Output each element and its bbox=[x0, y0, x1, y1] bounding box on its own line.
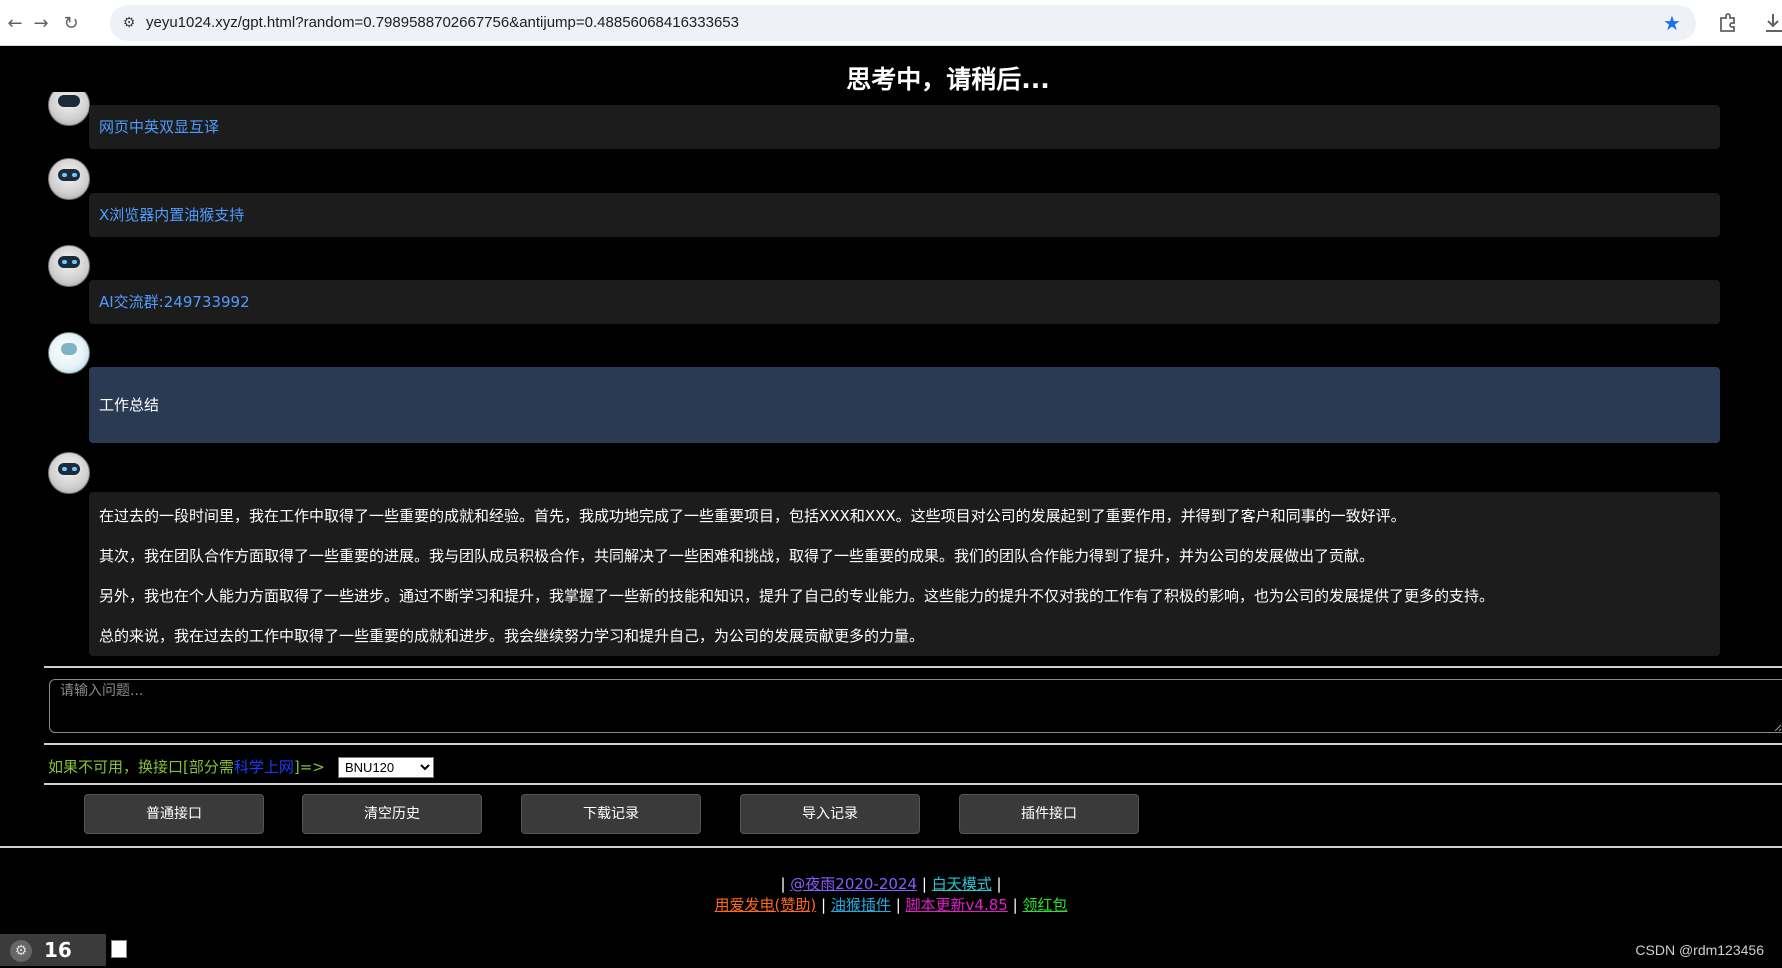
api-hint-prefix: 如果不可用，换接口[部分需 bbox=[48, 758, 234, 776]
stats-widget[interactable]: ⚙ 16 bbox=[0, 934, 106, 966]
stats-icon: ⚙ bbox=[10, 940, 32, 962]
answer-paragraph: 总的来说，我在过去的工作中取得了一些重要的成就和进步。我会继续努力学习和提升自己… bbox=[99, 627, 925, 645]
separator: | bbox=[996, 875, 1002, 893]
api-hint-link[interactable]: 科学上网 bbox=[234, 758, 294, 776]
day-mode-link[interactable]: 白天模式 bbox=[932, 875, 992, 893]
answer-paragraph: 其次，我在团队合作方面取得了一些重要的进展。我与团队成员积极合作，共同解决了一些… bbox=[99, 547, 1375, 565]
chat-history[interactable]: 网页中英双显互译 X浏览器内置油猴支持 AI交流群:249733992 工作总结… bbox=[0, 92, 1782, 712]
donate-link[interactable]: 用爱发电(赞助) bbox=[715, 896, 817, 914]
tampermonkey-link[interactable]: 油猴插件 bbox=[831, 896, 891, 914]
message-link-x-browser[interactable]: X浏览器内置油猴支持 bbox=[89, 193, 1720, 237]
message-link-translate[interactable]: 网页中英双显互译 bbox=[89, 105, 1720, 149]
divider bbox=[44, 743, 1782, 745]
red-packet-link[interactable]: 领红包 bbox=[1022, 896, 1067, 914]
separator: | bbox=[895, 896, 901, 914]
import-history-button[interactable]: 导入记录 bbox=[740, 794, 920, 834]
separator: | bbox=[1012, 896, 1018, 914]
question-input[interactable] bbox=[49, 679, 1782, 733]
plugin-api-button[interactable]: 插件接口 bbox=[959, 794, 1139, 834]
user-question-bubble: 工作总结 bbox=[89, 367, 1720, 443]
api-switch-hint: 如果不可用，换接口[部分需科学上网]=> bbox=[48, 756, 325, 778]
footer-divider bbox=[0, 846, 1782, 848]
answer-bubble: 在过去的一段时间里，我在工作中取得了一些重要的成就和经验。首先，我成功地完成了一… bbox=[89, 492, 1720, 656]
bot-avatar bbox=[48, 158, 90, 200]
script-update-link[interactable]: 脚本更新v4.85 bbox=[906, 896, 1008, 914]
reload-icon[interactable]: ↻ bbox=[58, 10, 84, 36]
api-hint-suffix: ]=> bbox=[293, 758, 325, 776]
bot-avatar bbox=[48, 245, 90, 287]
site-settings-icon[interactable]: ⚙ bbox=[120, 14, 138, 32]
url-text[interactable]: yeyu1024.xyz/gpt.html?random=0.798958870… bbox=[146, 5, 739, 41]
copyright-link[interactable]: @夜雨2020-2024 bbox=[790, 875, 917, 893]
bookmark-star-icon[interactable]: ★ bbox=[1660, 11, 1684, 35]
stats-count: 16 bbox=[44, 938, 72, 962]
watermark: CSDN @rdm123456 bbox=[1635, 942, 1764, 958]
footer: | @夜雨2020-2024 | 白天模式 | 用爱发电(赞助) | 油猴插件 … bbox=[0, 874, 1782, 916]
download-history-button[interactable]: 下载记录 bbox=[521, 794, 701, 834]
bot-avatar bbox=[48, 452, 90, 494]
separator: | bbox=[921, 875, 927, 893]
separator: | bbox=[780, 875, 786, 893]
browser-toolbar: ← → ↻ ⚙ yeyu1024.xyz/gpt.html?random=0.7… bbox=[0, 0, 1782, 46]
answer-paragraph: 另外，我也在个人能力方面取得了一些进步。通过不断学习和提升，我掌握了一些新的技能… bbox=[99, 587, 1495, 605]
download-icon[interactable] bbox=[1764, 10, 1782, 36]
api-select[interactable]: BNU120 bbox=[338, 757, 434, 778]
normal-api-button[interactable]: 普通接口 bbox=[84, 794, 264, 834]
page: 思考中，请稍后... 网页中英双显互译 X浏览器内置油猴支持 AI交流群:249… bbox=[0, 46, 1782, 968]
broken-image-icon bbox=[111, 940, 127, 958]
page-title: 思考中，请稍后... bbox=[846, 65, 1050, 94]
footer-line-2: 用爱发电(赞助) | 油猴插件 | 脚本更新v4.85 | 领红包 bbox=[0, 895, 1782, 916]
extensions-icon[interactable] bbox=[1714, 10, 1740, 36]
separator: | bbox=[821, 896, 827, 914]
clear-history-button[interactable]: 清空历史 bbox=[302, 794, 482, 834]
bot-avatar bbox=[48, 92, 90, 126]
answer-paragraph: 在过去的一段时间里，我在工作中取得了一些重要的成就和经验。首先，我成功地完成了一… bbox=[99, 507, 1406, 525]
back-icon[interactable]: ← bbox=[2, 10, 28, 36]
divider bbox=[44, 666, 1782, 668]
forward-icon[interactable]: → bbox=[28, 10, 54, 36]
footer-line-1: | @夜雨2020-2024 | 白天模式 | bbox=[0, 874, 1782, 895]
address-bar[interactable]: ⚙ yeyu1024.xyz/gpt.html?random=0.7989588… bbox=[110, 5, 1696, 41]
divider bbox=[44, 783, 1782, 785]
user-avatar bbox=[48, 332, 90, 374]
message-link-ai-group[interactable]: AI交流群:249733992 bbox=[89, 280, 1720, 324]
